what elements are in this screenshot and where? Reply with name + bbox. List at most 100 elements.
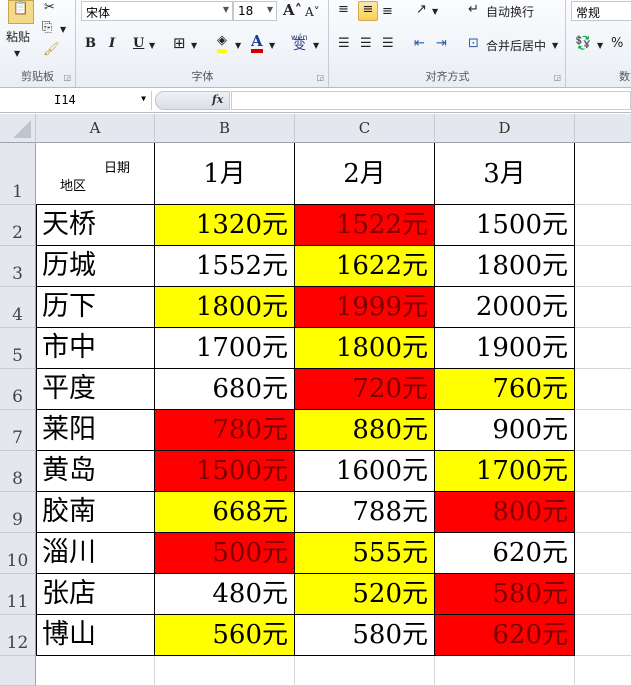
format-painter-icon[interactable]: 🖌 — [43, 42, 60, 58]
decrease-font-size-icon[interactable]: A˅ — [305, 4, 320, 20]
value-cell[interactable]: 1320元 — [155, 205, 295, 246]
empty-cell[interactable] — [575, 143, 631, 205]
row-header-1[interactable]: 1 — [0, 143, 36, 205]
column-header-d[interactable]: D — [435, 114, 575, 143]
merge-dropdown-icon[interactable]: ▼ — [552, 38, 558, 54]
value-cell[interactable]: 580元 — [435, 574, 575, 615]
row-header-12[interactable]: 12 — [0, 615, 36, 656]
column-header-c[interactable]: C — [295, 114, 435, 143]
italic-button[interactable]: I — [109, 36, 115, 52]
value-cell[interactable]: 900元 — [435, 410, 575, 451]
value-cell[interactable]: 1500元 — [155, 451, 295, 492]
cell-a1-diagonal-header[interactable]: 日期 地区 — [36, 143, 155, 205]
orientation-icon[interactable]: ↗ — [416, 2, 427, 18]
row-header-13[interactable] — [0, 656, 36, 686]
merge-center-button[interactable]: 合并后居中 — [486, 37, 546, 54]
align-top-icon[interactable]: ≡ — [338, 2, 349, 18]
value-cell[interactable]: 1600元 — [295, 451, 435, 492]
value-cell[interactable]: 520元 — [295, 574, 435, 615]
name-box-dropdown-icon[interactable]: ▼ — [141, 94, 146, 103]
alignment-launcher-icon[interactable]: ◲ — [553, 73, 561, 82]
row-header-3[interactable]: 3 — [0, 246, 36, 287]
percent-button[interactable]: % — [611, 36, 623, 52]
region-cell[interactable]: 黄岛 — [36, 451, 155, 492]
row-header-10[interactable]: 10 — [0, 533, 36, 574]
value-cell[interactable]: 1800元 — [435, 246, 575, 287]
font-size-select[interactable]: 18 ▼ — [233, 1, 277, 21]
value-cell[interactable]: 1522元 — [295, 205, 435, 246]
empty-cell[interactable] — [575, 492, 631, 533]
align-right-icon[interactable]: ☰ — [382, 36, 394, 52]
region-cell[interactable]: 平度 — [36, 369, 155, 410]
value-cell[interactable]: 1552元 — [155, 246, 295, 287]
align-left-icon[interactable]: ☰ — [338, 36, 350, 52]
value-cell[interactable]: 560元 — [155, 615, 295, 656]
value-cell[interactable]: 668元 — [155, 492, 295, 533]
select-all-button[interactable] — [0, 114, 36, 143]
region-cell[interactable]: 莱阳 — [36, 410, 155, 451]
borders-dropdown-icon[interactable]: ▼ — [191, 38, 197, 54]
align-center-icon[interactable]: ☰ — [360, 36, 372, 52]
value-cell[interactable]: 555元 — [295, 533, 435, 574]
value-cell[interactable]: 1700元 — [435, 451, 575, 492]
increase-indent-icon[interactable]: ⇥ — [436, 36, 447, 52]
region-cell[interactable]: 历城 — [36, 246, 155, 287]
region-cell[interactable]: 胶南 — [36, 492, 155, 533]
value-cell[interactable]: 1500元 — [435, 205, 575, 246]
region-cell[interactable]: 市中 — [36, 328, 155, 369]
phonetic-dropdown-icon[interactable]: ▼ — [313, 38, 319, 54]
empty-cell[interactable] — [295, 656, 435, 686]
region-cell[interactable]: 天桥 — [36, 205, 155, 246]
empty-cell[interactable] — [36, 656, 155, 686]
value-cell[interactable]: 2000元 — [435, 287, 575, 328]
formula-input[interactable] — [231, 91, 631, 110]
value-cell[interactable]: 1900元 — [435, 328, 575, 369]
row-header-7[interactable]: 7 — [0, 410, 36, 451]
empty-cell[interactable] — [575, 410, 631, 451]
font-color-icon[interactable]: A — [251, 33, 263, 53]
value-cell[interactable]: 788元 — [295, 492, 435, 533]
column-header-a[interactable]: A — [36, 114, 155, 143]
value-cell[interactable]: 1700元 — [155, 328, 295, 369]
name-box[interactable]: I14 ▼ — [0, 91, 152, 110]
value-cell[interactable]: 760元 — [435, 369, 575, 410]
row-header-5[interactable]: 5 — [0, 328, 36, 369]
value-cell[interactable]: 1800元 — [295, 328, 435, 369]
bold-button[interactable]: B — [85, 36, 96, 52]
align-bottom-icon[interactable]: ≡ — [382, 4, 393, 20]
empty-cell[interactable] — [575, 246, 631, 287]
wrap-text-icon[interactable]: ↵ — [468, 2, 479, 18]
empty-cell[interactable] — [575, 656, 631, 686]
borders-icon[interactable]: ⊞ — [173, 35, 186, 51]
row-header-2[interactable]: 2 — [0, 205, 36, 246]
region-cell[interactable]: 张店 — [36, 574, 155, 615]
row-header-8[interactable]: 8 — [0, 451, 36, 492]
value-cell[interactable]: 880元 — [295, 410, 435, 451]
row-header-11[interactable]: 11 — [0, 574, 36, 615]
paste-dropdown-icon[interactable]: ▼ — [14, 46, 20, 62]
value-cell[interactable]: 680元 — [155, 369, 295, 410]
underline-dropdown-icon[interactable]: ▼ — [149, 38, 155, 54]
value-cell[interactable]: 480元 — [155, 574, 295, 615]
value-cell[interactable]: 620元 — [435, 533, 575, 574]
value-cell[interactable]: 780元 — [155, 410, 295, 451]
value-cell[interactable]: 500元 — [155, 533, 295, 574]
empty-cell[interactable] — [435, 656, 575, 686]
row-header-9[interactable]: 9 — [0, 492, 36, 533]
month-header-cell[interactable]: 1月 — [155, 143, 295, 205]
empty-cell[interactable] — [575, 574, 631, 615]
align-middle-icon[interactable]: ≡ — [358, 1, 378, 21]
value-cell[interactable]: 720元 — [295, 369, 435, 410]
value-cell[interactable]: 1999元 — [295, 287, 435, 328]
cut-icon[interactable]: ✂ — [44, 0, 55, 16]
paste-icon[interactable]: 📋 — [8, 0, 34, 24]
column-header-e[interactable] — [575, 114, 631, 143]
month-header-cell[interactable]: 3月 — [435, 143, 575, 205]
clipboard-launcher-icon[interactable]: ◲ — [63, 73, 71, 82]
paste-button[interactable]: 粘贴 — [6, 28, 30, 45]
font-name-select[interactable]: 宋体 ▼ — [81, 1, 233, 21]
merge-center-icon[interactable]: ⊡ — [468, 36, 479, 52]
row-header-6[interactable]: 6 — [0, 369, 36, 410]
empty-cell[interactable] — [575, 287, 631, 328]
accounting-format-icon[interactable]: 💱 — [575, 36, 591, 52]
